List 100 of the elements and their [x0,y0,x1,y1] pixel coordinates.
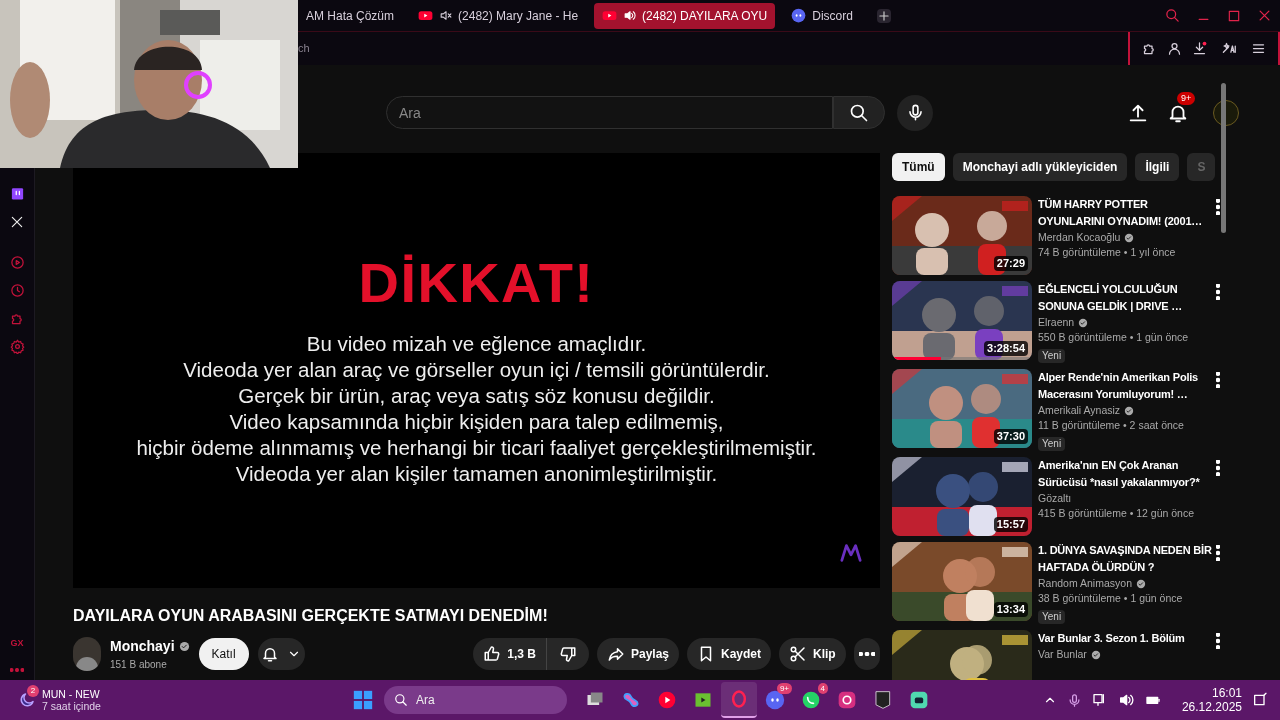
clock-time[interactable]: 16:01 [1211,686,1242,700]
notice-text: Bu video mizah ve eğlence amaçlıdır. [306,330,647,357]
notice-text: Video kapsamında hiçbir kişiden para talep edilmemiş, [229,408,724,435]
video-title[interactable]: TÜM HARRY POTTER OYUNLARINI OYNADIM! (2001… [1038,196,1213,230]
new-badge: Yeni [1038,349,1066,363]
filter-chip[interactable]: Monchayi adlı yükleyiciden [952,153,1128,181]
settings-icon[interactable] [9,339,25,354]
view-count: 38 B görüntüleme • 1 gün önce [1038,591,1184,606]
channel-name[interactable]: Amerikali Aynasiz [1038,403,1121,418]
user-icon[interactable] [1167,41,1182,56]
robot-chat-icon [909,690,929,710]
video-title[interactable]: Var Bunlar 3. Sezon 1. Bölüm [1038,630,1213,647]
notice-text: Videoda yer alan kişiler tamamen anonimleştirilmiştir. [235,460,718,487]
more-button[interactable] [853,638,880,670]
search-icon [394,693,408,707]
warning-heading: DİKKAT! [358,254,595,311]
browser-tab[interactable]: (2482) DAYILARA OYU [594,2,776,29]
voice-search-button[interactable] [897,94,933,131]
notification-icon[interactable] [1252,692,1268,708]
share-button[interactable]: Paylaş [596,638,679,670]
menu-icon[interactable] [1251,41,1266,56]
taskbar-search-field[interactable]: Ara [384,686,567,714]
view-count: 11 B görüntüleme • 2 saat önce [1038,418,1185,433]
search-icon[interactable] [1165,8,1180,23]
chat-bubble-icon [801,690,821,710]
notification-button[interactable] [257,638,306,670]
maximize-icon[interactable] [1227,8,1241,23]
more-icon[interactable] [1216,633,1220,649]
channel-avatar[interactable] [73,637,101,671]
search-icon [849,102,869,123]
taskbar-app-button[interactable]: 4 [793,682,829,718]
more-icon [858,652,875,656]
channel-name[interactable]: Elraenn [1038,315,1075,330]
channel-logo-icon [838,542,864,564]
notification-badge: 4 [817,683,828,694]
ring-icon [729,689,749,709]
subscriber-count: 151 B abone [109,658,168,672]
swirl-icon [621,690,641,710]
browser-tab[interactable]: AM Hata Çözüm [298,2,403,29]
video-title[interactable]: Amerika'nın EN Çok Aranan Sürücüsü *nasıl yakalanmıyor?* [1038,457,1213,491]
duration-label: 15:57 [993,517,1028,532]
address-text[interactable]: ch [298,40,310,57]
windows-start-icon[interactable] [352,689,374,711]
youtube-icon [418,8,434,23]
camera-icon [837,690,857,710]
close-icon[interactable] [1257,8,1272,23]
new-tab-icon[interactable] [876,8,891,23]
taskbar-app-button[interactable] [721,682,757,718]
film-play-icon [693,690,713,710]
channel-name[interactable]: Merdan Kocaoğlu [1038,230,1121,245]
browser-tab[interactable]: (2482) Mary Jane - He [410,2,587,29]
youtube-icon [602,8,618,23]
twitch-icon[interactable] [9,187,25,202]
clip-button[interactable]: Klip [779,638,846,670]
more-icon[interactable] [1216,460,1220,476]
bell-icon [261,645,280,663]
video-title: DAYILARA OYUN ARABASINI GERÇEKTE SATMAYI DENEDİM! [73,606,549,626]
taskbar-app-button[interactable]: 9+ [757,682,793,718]
play-circle-icon[interactable] [9,255,25,270]
notification-badge: 9+ [776,683,792,694]
puzzle-icon[interactable] [1142,41,1157,56]
save-button[interactable]: Kaydet [687,638,771,670]
channel-name[interactable]: Var Bunlar [1038,647,1087,662]
scissors-icon [789,645,807,663]
shield-icon [873,690,893,710]
notification-badge: 9+ [1177,91,1196,105]
more-icon[interactable] [1216,545,1220,561]
more-icon[interactable] [1216,199,1220,215]
notification-badge: 2 [27,685,39,697]
more-icon[interactable] [1216,284,1220,300]
duration-label: 37:30 [993,429,1028,444]
channel-name[interactable]: Random Animasyon [1038,576,1132,591]
x-logo-icon[interactable] [10,215,24,229]
weather-subtitle[interactable]: 7 saat içinde [42,700,101,712]
video-title[interactable]: Alper Rende'nin Amerikan Polis Macerasını Yorumluyorum! … [1038,369,1213,403]
video-title[interactable]: 1. DÜNYA SAVAŞINDA NEDEN BİR HAFTADA ÖLÜRDÜN ? [1038,542,1213,576]
join-button[interactable]: Katıl [198,638,249,670]
browser-tab[interactable]: Discord [783,2,861,29]
notice-text: hiçbir ödeme alınmamış ve herhangi bir ticari faaliyet gerçekleştirilmemiştir. [136,434,817,461]
discord-icon [765,690,785,710]
scrollbar-thumb[interactable] [1220,83,1226,233]
channel-name[interactable]: Gözaltı [1038,491,1072,506]
view-count: 74 B görüntüleme • 1 yıl önce [1038,245,1177,260]
search-button[interactable] [833,96,885,129]
clock-date[interactable]: 26.12.2025 [1181,700,1242,714]
thumbs-up-icon [483,645,502,663]
filter-chip[interactable]: Tümü [892,153,945,181]
weather-title[interactable]: MUN - NEW [42,688,101,700]
more-icon[interactable] [1216,372,1220,388]
download-icon[interactable] [1192,41,1207,56]
weather-moon-icon[interactable] [18,691,36,709]
notice-text: Gerçek bir ürün, araç veya satış söz konusu değildir. [238,382,715,409]
search-field[interactable]: Ara [386,96,833,129]
filter-chip[interactable]: İlgili [1135,153,1180,181]
duration-label: 27:29 [993,256,1028,271]
speaker-icon[interactable] [1117,692,1134,708]
clock-icon[interactable] [9,283,25,298]
video-player[interactable] [73,153,880,588]
video-title[interactable]: EĞLENCELİ YOLCULUĞUN SONUNA GELDİK | DRIVE … [1038,281,1213,315]
channel-name[interactable]: Monchayi [109,636,175,657]
